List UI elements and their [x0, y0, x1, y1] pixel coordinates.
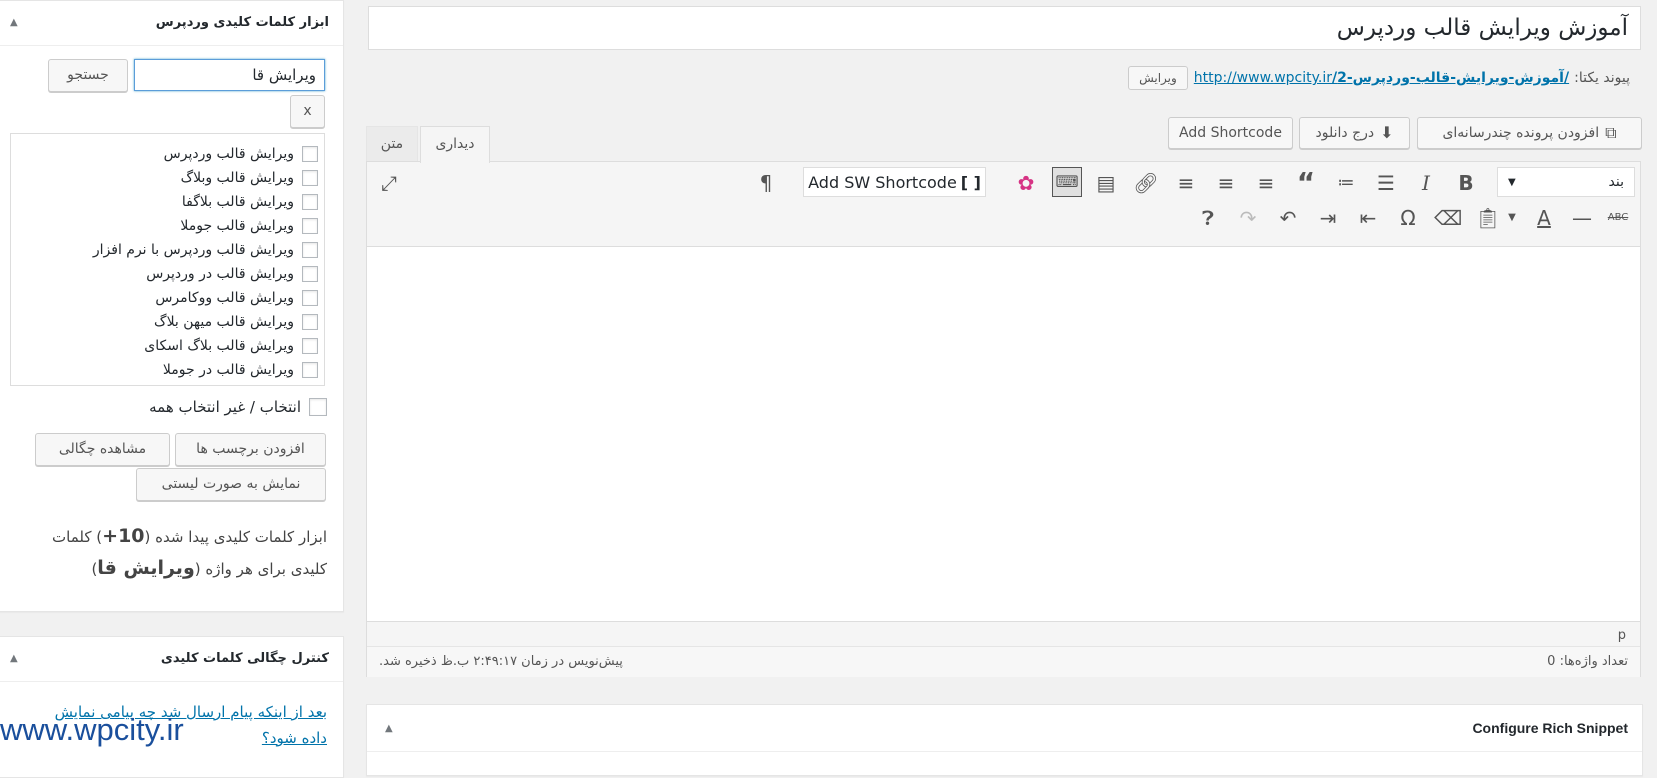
keyword-result-summary: ابزار کلمات کلیدی پیدا شده (10+) کلمات ک…	[52, 525, 327, 579]
element-path: p	[1617, 628, 1626, 643]
list-item[interactable]: ویرایش قالب جوملا	[180, 214, 318, 238]
keyword-checkbox[interactable]	[302, 266, 318, 282]
keyword-checkbox[interactable]	[302, 242, 318, 258]
add-shortcode-button[interactable]: Add Shortcode	[1168, 117, 1293, 149]
download-icon: ⬇	[1380, 123, 1394, 142]
italic-icon[interactable]: I	[1412, 169, 1440, 197]
tab-text[interactable]: متن	[366, 126, 418, 162]
strikethrough-icon[interactable]: ABC	[1604, 204, 1632, 232]
align-right-icon[interactable]: ≡	[1172, 169, 1200, 197]
collapse-toggle-icon[interactable]: ▲	[385, 723, 393, 734]
editor-content-area[interactable]	[367, 246, 1640, 622]
collapse-toggle-icon[interactable]: ▲	[10, 653, 18, 664]
list-item[interactable]: ویرایش قالب در جوملا	[163, 358, 318, 382]
list-item[interactable]: ویرایش قالب وبلاگ	[181, 166, 318, 190]
list-item[interactable]: ویرایش قالب بلاگفا	[182, 190, 318, 214]
editor-status-bar: تعداد واژه‌ها: 0 پیش‌نویس در زمان ۲:۴۹:۱…	[367, 646, 1640, 677]
help-icon[interactable]: ❓︎	[1194, 204, 1222, 232]
keyword-checkbox[interactable]	[302, 146, 318, 162]
list-item[interactable]: ویرایش قالب وردپرس با نرم افزار	[93, 238, 318, 262]
media-icon: ⧉	[1605, 123, 1617, 142]
bracket-icon: [ ]	[960, 172, 981, 192]
keyword-checkbox[interactable]	[302, 194, 318, 210]
text-color-icon[interactable]: A	[1530, 204, 1558, 232]
permalink-edit-button[interactable]: ویرایش	[1128, 66, 1188, 90]
special-character-icon[interactable]: Ω	[1394, 204, 1422, 232]
sw-shortcode-button[interactable]: Add SW Shortcode[ ]	[803, 167, 986, 197]
list-item[interactable]: ویرایش قالب وردپرس	[164, 142, 318, 166]
link-icon[interactable]: 🔗︎	[1132, 169, 1160, 197]
insert-download-button[interactable]: ⬇ درج دانلود	[1299, 117, 1410, 149]
undo-icon[interactable]: ↶	[1274, 204, 1302, 232]
list-view-button[interactable]: نمایش به صورت لیستی	[136, 468, 326, 501]
paste-text-icon[interactable]: 📋︎	[1474, 204, 1502, 232]
list-item[interactable]: ویرایش قالب ووکامرس	[155, 286, 318, 310]
keyword-search-input[interactable]: ویرایش قا	[134, 59, 325, 91]
tab-visual[interactable]: دیداری	[420, 126, 490, 163]
redo-icon[interactable]: ↷	[1234, 204, 1262, 232]
chevron-down-icon: ▼	[1508, 176, 1516, 188]
keyword-checkbox[interactable]	[302, 362, 318, 378]
watermark-logo: www.wpcity.ir	[0, 712, 184, 747]
permalink-row: پیوند یکتا: http://www.wpcity.ir/آموزش-و…	[1128, 66, 1630, 90]
list-item[interactable]: ویرایش قالب در وردپرس	[146, 262, 318, 286]
post-title-input[interactable]: آموزش ویرایش قالب وردپرس	[368, 6, 1641, 50]
fullscreen-icon[interactable]: ⤢	[375, 169, 403, 197]
numbered-list-icon[interactable]: ≔	[1332, 169, 1360, 197]
keyword-checkbox[interactable]	[302, 338, 318, 354]
rich-snippet-title: Configure Rich Snippet	[1472, 720, 1628, 736]
density-box-header[interactable]: کنترل چگالی کلمات کلیدی ▲	[0, 637, 343, 682]
indent-icon[interactable]: ⇥	[1314, 204, 1342, 232]
select-all-row[interactable]: انتخاب / غیر انتخاب همه	[149, 395, 327, 419]
keyword-checkbox[interactable]	[302, 218, 318, 234]
collapse-toggle-icon[interactable]: ▲	[10, 17, 18, 28]
list-item[interactable]: ویرایش قالب بلاگ اسکای	[144, 334, 318, 358]
clear-formatting-icon[interactable]: ⌫	[1434, 204, 1462, 232]
align-left-icon[interactable]: ≡	[1252, 169, 1280, 197]
keywords-tool-box: ابزار کلمات کلیدی وردپرس ▲ ویرایش قا جست…	[0, 0, 344, 612]
word-count: تعداد واژه‌ها: 0	[1547, 654, 1628, 669]
add-media-button[interactable]: ⧉ افزودن پرونده چندرسانه‌ای	[1417, 117, 1642, 149]
keyword-checkbox[interactable]	[302, 290, 318, 306]
outdent-icon[interactable]: ⇤	[1354, 204, 1382, 232]
bullet-list-icon[interactable]: ☰	[1372, 169, 1400, 197]
keyword-suggestion-list: ویرایش قالب وردپرس ویرایش قالب وبلاگ ویر…	[10, 133, 325, 386]
plugin-icon[interactable]: ✿	[1012, 169, 1040, 197]
add-tags-button[interactable]: افزودن برچسب ها	[175, 433, 326, 466]
align-center-icon[interactable]: ≡	[1212, 169, 1240, 197]
permalink-base-link[interactable]: http://www.wpcity.ir	[1194, 70, 1332, 86]
permalink-slug-link[interactable]: /آموزش-ویرایش-قالب-وردپرس-2/	[1332, 70, 1569, 86]
list-item[interactable]: ویرایش قالب میهن بلاگ	[154, 310, 318, 334]
clear-search-button[interactable]: x	[290, 95, 325, 128]
keyword-density-box: کنترل چگالی کلمات کلیدی ▲ بعد از اینکه پ…	[0, 636, 344, 778]
rich-snippet-box: Configure Rich Snippet ▲	[366, 704, 1643, 776]
bold-icon[interactable]: B	[1452, 169, 1480, 197]
paragraph-icon[interactable]: ¶	[752, 169, 780, 197]
chevron-down-icon[interactable]: ▼	[1498, 204, 1526, 232]
toolbar-toggle-icon[interactable]: ⌨	[1052, 167, 1082, 197]
view-density-button[interactable]: مشاهده چگالی	[35, 433, 170, 466]
density-box-title: کنترل چگالی کلمات کلیدی	[160, 651, 329, 666]
draft-status: پیش‌نویس در زمان ۲:۴۹:۱۷ ب.ظ ذخیره شد.	[379, 654, 623, 669]
editor-container: بند ▼ B I ☰ ≔ “ ≡ ≡ ≡ 🔗︎ ▤ ⌨ ✿ Add SW Sh…	[366, 161, 1641, 677]
keywords-box-title: ابزار کلمات کلیدی وردپرس	[155, 15, 329, 30]
permalink-label: پیوند یکتا:	[1574, 70, 1630, 86]
select-all-checkbox[interactable]	[309, 398, 327, 416]
blockquote-icon[interactable]: “	[1292, 169, 1320, 197]
horizontal-line-icon[interactable]: —	[1568, 204, 1596, 232]
format-select[interactable]: بند ▼	[1497, 167, 1635, 197]
keywords-box-header[interactable]: ابزار کلمات کلیدی وردپرس ▲	[0, 1, 343, 46]
keyword-checkbox[interactable]	[302, 170, 318, 186]
keyword-checkbox[interactable]	[302, 314, 318, 330]
rich-snippet-header[interactable]: Configure Rich Snippet ▲	[367, 705, 1642, 752]
keyword-search-button[interactable]: جستجو	[48, 59, 128, 92]
read-more-icon[interactable]: ▤	[1092, 169, 1120, 197]
